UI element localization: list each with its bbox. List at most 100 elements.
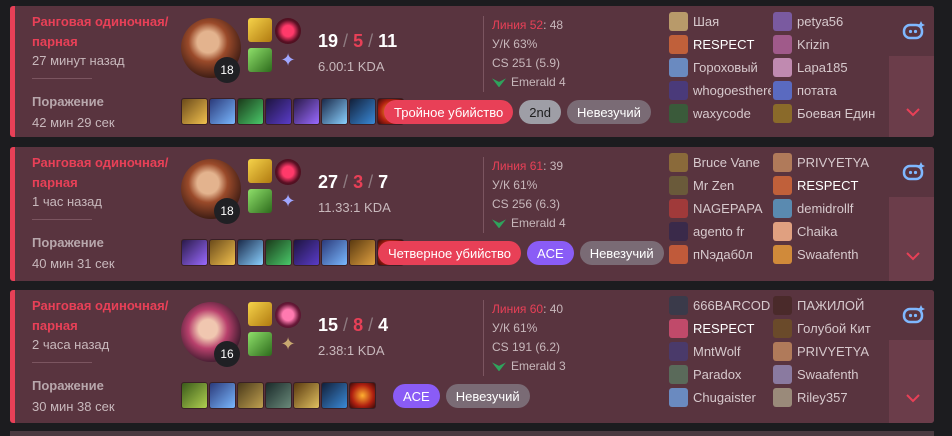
ai-assistant-button[interactable] — [889, 147, 934, 197]
player-row[interactable]: NAGEPAPA — [669, 199, 771, 218]
player-row[interactable]: petya56 — [773, 12, 875, 31]
player-row[interactable]: RESPECT — [669, 319, 771, 338]
divider — [32, 219, 92, 220]
card-side-panel — [889, 6, 934, 137]
ai-assistant-button[interactable] — [889, 6, 934, 56]
item-slot[interactable] — [293, 239, 320, 266]
badge-multikill: Тройное убийство — [384, 100, 514, 124]
item-slot[interactable] — [349, 239, 376, 266]
item-slot[interactable] — [181, 98, 208, 125]
player-row[interactable]: Chugaister — [669, 388, 771, 407]
badge-ace: ACE — [526, 241, 574, 265]
match-card[interactable]: Ранговая одиночная/парная 2 часа назад П… — [10, 290, 934, 423]
trinket-slot[interactable] — [349, 382, 376, 409]
item-slot[interactable] — [265, 382, 292, 409]
item-slot[interactable] — [181, 239, 208, 266]
summoner-spell-flash-icon[interactable] — [248, 159, 272, 183]
queue-type: Ранговая одиночная/парная — [32, 298, 169, 333]
summoner-spell-ghost-icon[interactable] — [248, 332, 272, 356]
divider — [32, 78, 92, 79]
match-duration: 40 мин 31 сек — [32, 256, 115, 271]
divider — [32, 362, 92, 363]
summoner-spell-ghost-icon[interactable] — [248, 48, 272, 72]
item-slot[interactable] — [293, 98, 320, 125]
player-row[interactable]: Bruce Vane — [669, 153, 771, 172]
player-row[interactable]: ПАЖИЛОЙ — [773, 296, 875, 315]
item-slot[interactable] — [293, 382, 320, 409]
average-rank: Emerald 4 — [511, 75, 566, 89]
time-ago: 2 часа назад — [32, 337, 110, 352]
summoner-spell-flash-icon[interactable] — [248, 18, 272, 42]
expand-chevron-icon[interactable] — [904, 103, 922, 121]
player-row[interactable]: RESPECT — [669, 35, 771, 54]
item-slot[interactable] — [209, 239, 236, 266]
item-slot[interactable] — [237, 239, 264, 266]
item-slot[interactable] — [321, 98, 348, 125]
player-row[interactable]: Шая — [669, 12, 771, 31]
summoner-spell-ghost-icon[interactable] — [248, 189, 272, 213]
secondary-rune-icon[interactable]: ✦ — [278, 50, 298, 70]
player-row[interactable]: Chaika — [773, 222, 875, 241]
player-row[interactable]: пNэдаб0л — [669, 245, 771, 264]
item-slot[interactable] — [265, 98, 292, 125]
item-build — [181, 239, 404, 266]
item-slot[interactable] — [181, 382, 208, 409]
player-row[interactable]: Lapa185 — [773, 58, 875, 77]
queue-type: Ранговая одиночная/парная — [32, 14, 169, 49]
item-slot[interactable] — [209, 98, 236, 125]
summoner-spell-flash-icon[interactable] — [248, 302, 272, 326]
player-row[interactable]: agento fr — [669, 222, 771, 241]
secondary-rune-icon[interactable]: ✦ — [278, 334, 298, 354]
kill-participation: У/К 63% — [492, 37, 538, 51]
blue-team: Шая RESPECT Гороховый whogoesthere waxyc… — [669, 12, 771, 123]
lane-label: Линия 61 — [492, 159, 544, 173]
player-row[interactable]: whogoesthere — [669, 81, 771, 100]
player-row[interactable]: demidrollf — [773, 199, 875, 218]
player-row[interactable]: Mr Zen — [669, 176, 771, 195]
keystone-rune-icon[interactable] — [275, 159, 301, 185]
player-row[interactable]: RESPECT — [773, 176, 875, 195]
player-row[interactable]: waxycode — [669, 104, 771, 123]
ai-assistant-button[interactable] — [889, 290, 934, 340]
player-row[interactable]: Krizin — [773, 35, 875, 54]
expand-chevron-icon[interactable] — [904, 389, 922, 407]
ai-bot-icon — [902, 305, 925, 324]
badge-unlucky: Невезучий — [566, 100, 651, 124]
match-card[interactable]: Ранговая одиночная/парная 1 час назад По… — [10, 147, 934, 281]
item-slot[interactable] — [349, 98, 376, 125]
time-ago: 1 час назад — [32, 194, 102, 209]
kill-participation: У/К 61% — [492, 321, 538, 335]
player-row[interactable]: PRIVYETYA — [773, 153, 875, 172]
expand-chevron-icon[interactable] — [904, 247, 922, 265]
match-result: Поражение — [32, 378, 104, 393]
kill-participation: У/К 61% — [492, 178, 538, 192]
item-slot[interactable] — [237, 382, 264, 409]
secondary-rune-icon[interactable]: ✦ — [278, 191, 298, 211]
champion-level: 18 — [214, 57, 240, 83]
player-row[interactable]: Paradox — [669, 365, 771, 384]
player-row[interactable]: Swaafenth — [773, 365, 875, 384]
player-row[interactable]: Боевая Единица — [773, 104, 875, 123]
player-row[interactable]: 666BARCODE — [669, 296, 771, 315]
match-card[interactable]: Ранговая одиночная/парная 27 минут назад… — [10, 6, 934, 137]
player-row[interactable]: Riley357 — [773, 388, 875, 407]
item-slot[interactable] — [321, 239, 348, 266]
achievement-badges: Четверное убийство ACE Невезучий — [378, 241, 664, 265]
player-row[interactable]: Гороховый — [669, 58, 771, 77]
player-row[interactable]: Голубой Кит — [773, 319, 875, 338]
player-row[interactable]: Swaafenth — [773, 245, 875, 264]
red-team: petya56 Krizin Lapa185 потата Боевая Еди… — [773, 12, 875, 123]
player-row[interactable]: MntWolf — [669, 342, 771, 361]
item-slot[interactable] — [321, 382, 348, 409]
item-slot[interactable] — [265, 239, 292, 266]
keystone-rune-icon[interactable] — [275, 18, 301, 44]
player-row[interactable]: потата — [773, 81, 875, 100]
item-slot[interactable] — [209, 382, 236, 409]
red-team: ПАЖИЛОЙ Голубой Кит PRIVYETYA Swaafenth … — [773, 296, 875, 407]
player-row[interactable]: PRIVYETYA — [773, 342, 875, 361]
badge-ace: ACE — [393, 384, 440, 408]
badge-place: 2nd — [519, 100, 561, 124]
rank-emblem-icon — [492, 362, 506, 372]
keystone-rune-icon[interactable] — [275, 302, 301, 328]
item-slot[interactable] — [237, 98, 264, 125]
